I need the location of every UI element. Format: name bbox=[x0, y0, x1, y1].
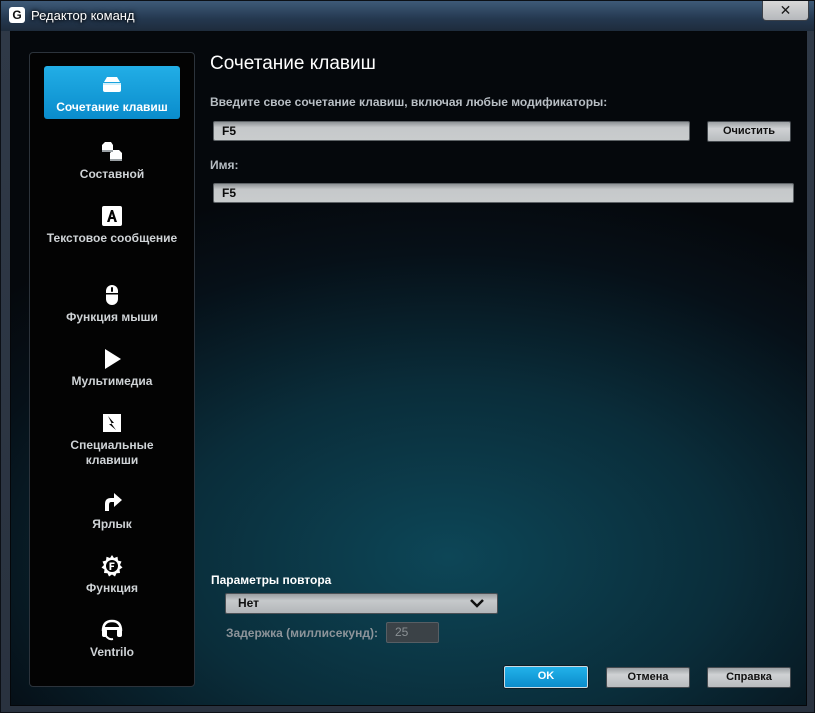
delay-input[interactable]: 25 bbox=[386, 622, 439, 643]
headset-icon bbox=[101, 619, 123, 641]
keystroke-icon bbox=[103, 77, 121, 92]
function-gear-icon bbox=[101, 555, 123, 577]
repeat-select[interactable]: Нет bbox=[225, 593, 498, 614]
sidebar-item-text-block[interactable]: Текстовое сообщение bbox=[44, 197, 180, 250]
sidebar-item-label: Мультимедиа bbox=[71, 374, 153, 388]
command-editor-window: G Редактор команд ✕ Сочетание клавиш Сос… bbox=[0, 0, 815, 713]
shortcut-arrow-icon bbox=[105, 493, 122, 511]
keystroke-input[interactable]: F5 bbox=[213, 121, 690, 141]
sidebar-item-media[interactable]: Мультимедиа bbox=[44, 340, 180, 393]
clear-button[interactable]: Очистить bbox=[707, 121, 791, 142]
close-button[interactable]: ✕ bbox=[762, 1, 809, 21]
multikey-icon bbox=[102, 142, 122, 161]
help-button[interactable]: Справка bbox=[707, 667, 791, 688]
text-block-icon bbox=[102, 206, 122, 226]
keystroke-label: Введите свое сочетание клавиш, включая л… bbox=[210, 95, 608, 109]
sidebar-item-label: Функция bbox=[86, 581, 138, 595]
window-title: Редактор команд bbox=[31, 8, 135, 23]
sidebar-item-keystroke[interactable]: Сочетание клавиш bbox=[44, 66, 180, 119]
chevron-down-icon bbox=[470, 599, 484, 608]
sidebar-item-label: Специальные клавиши bbox=[70, 438, 154, 467]
command-type-sidebar: Сочетание клавиш Составной Текстовое соо… bbox=[29, 52, 195, 687]
cancel-button[interactable]: Отмена bbox=[606, 667, 690, 688]
page-title: Сочетание клавиш bbox=[210, 53, 376, 74]
sidebar-item-label: Сочетание клавиш bbox=[56, 100, 168, 114]
ok-button[interactable]: OK bbox=[504, 666, 588, 688]
sidebar-item-ventrilo[interactable]: Ventrilo bbox=[44, 611, 180, 664]
title-bar[interactable]: G Редактор команд ✕ bbox=[1, 1, 814, 31]
mouse-icon bbox=[106, 285, 118, 305]
sidebar-item-shortcut[interactable]: Ярлык bbox=[44, 483, 180, 536]
play-icon bbox=[105, 349, 121, 369]
sidebar-item-mouse-function[interactable]: Функция мыши bbox=[44, 276, 180, 329]
sidebar-item-hotkeys[interactable]: Специальные клавиши bbox=[44, 404, 180, 472]
repeat-options-title: Параметры повтора bbox=[211, 573, 332, 587]
name-input[interactable]: F5 bbox=[213, 183, 794, 203]
sidebar-item-label: Ярлык bbox=[92, 517, 132, 531]
sidebar-item-function[interactable]: Функция bbox=[44, 547, 180, 600]
hotkey-icon bbox=[103, 414, 121, 432]
sidebar-item-label: Функция мыши bbox=[66, 310, 158, 324]
sidebar-item-label: Составной bbox=[79, 167, 145, 181]
sidebar-item-multikey[interactable]: Составной bbox=[44, 133, 180, 186]
name-label: Имя: bbox=[210, 158, 239, 172]
delay-label: Задержка (миллисекунд): bbox=[226, 626, 378, 640]
repeat-select-value: Нет bbox=[238, 596, 260, 610]
sidebar-item-label: Ventrilo bbox=[89, 645, 134, 659]
sidebar-item-label: Текстовое сообщение bbox=[46, 231, 178, 245]
logitech-g-icon: G bbox=[9, 7, 25, 23]
